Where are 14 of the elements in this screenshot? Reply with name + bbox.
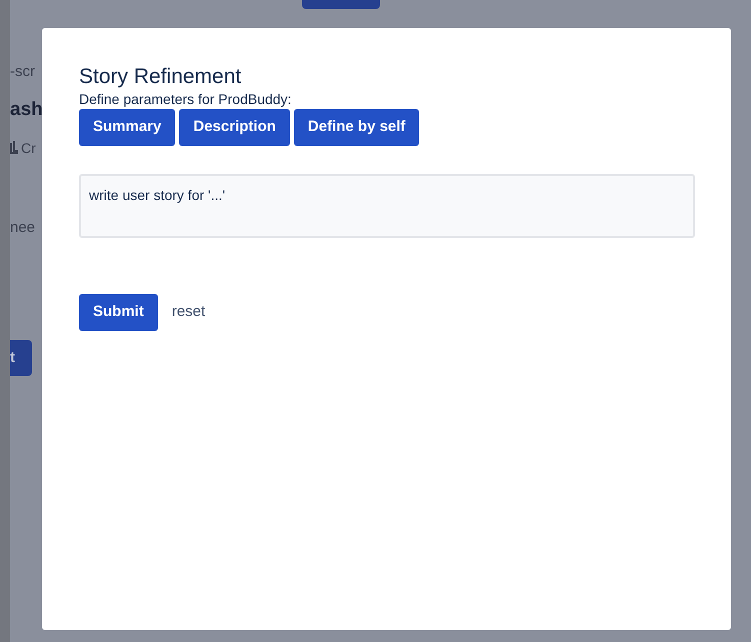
body-text: nee	[10, 218, 36, 238]
preset-button[interactable]: Define by self	[294, 109, 420, 146]
preset-button[interactable]: Summary	[79, 109, 176, 146]
breadcrumb-text: -scr	[10, 62, 36, 82]
page-heading: ash	[10, 98, 41, 122]
top-button-edge[interactable]	[302, 0, 380, 9]
document-icon	[10, 140, 19, 156]
submit-button[interactable]: Submit	[79, 294, 158, 331]
preset-button[interactable]: Description	[179, 109, 290, 146]
prompt-field[interactable]: write user story for '...'	[79, 174, 695, 238]
page-button[interactable]: t	[10, 340, 32, 376]
dialog-subtitle: Define parameters for ProdBuddy:	[79, 90, 292, 108]
reset-button[interactable]: reset	[172, 301, 206, 324]
dialog-title: Story Refinement	[79, 64, 242, 90]
